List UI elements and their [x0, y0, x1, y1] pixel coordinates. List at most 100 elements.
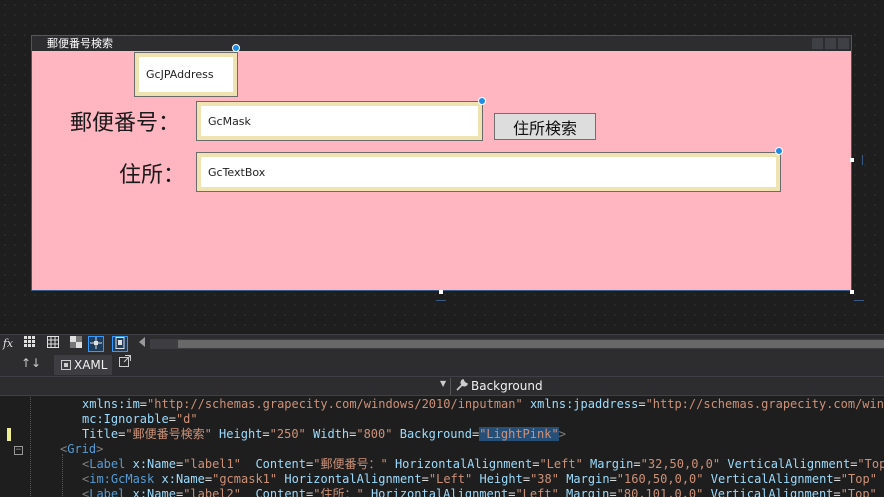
code-token: "Left" [539, 457, 583, 471]
code-token: > [96, 442, 104, 456]
code-token: = [421, 472, 429, 486]
code-token: "38" [530, 472, 559, 486]
checker-icon[interactable] [68, 336, 84, 352]
xaml-icon [61, 360, 71, 370]
code-token: = [833, 472, 841, 486]
code-token: = [833, 487, 841, 497]
code-token: "LightPink" [479, 427, 559, 441]
code-token: x:Name [132, 457, 176, 471]
address-label: 住所： [119, 163, 186, 188]
snap-lines-icon[interactable] [88, 336, 104, 352]
postal-mask-input[interactable]: GcMask [196, 101, 483, 141]
info-icon[interactable] [478, 97, 486, 105]
code-token: xmlns:im [82, 397, 140, 411]
code-token: = [168, 412, 176, 426]
tab-xaml[interactable]: XAML [54, 355, 112, 375]
code-line: mc:Ignorable="d" [0, 412, 884, 427]
chevron-down-icon[interactable]: ▼ [440, 379, 446, 388]
snap-grid-icon[interactable] [45, 336, 61, 352]
scroll-left-icon[interactable] [134, 336, 150, 352]
window-title: 郵便番号検索 [47, 37, 113, 50]
info-icon[interactable] [232, 44, 240, 52]
maximize-icon [825, 38, 836, 49]
code-token: VerticalAlignment [710, 472, 834, 486]
tab-xaml-label: XAML [74, 358, 108, 372]
code-token: x:Name [161, 472, 205, 486]
window-titlebar: 郵便番号検索 [32, 36, 851, 51]
code-token: Height [219, 427, 263, 441]
wrench-icon [456, 378, 469, 391]
postal-code-label: 郵便番号： [70, 111, 181, 136]
code-token: Content [255, 487, 307, 497]
address-textbox[interactable]: GcTextBox [196, 152, 781, 192]
swap-panes-icon[interactable]: ↑↓ [21, 356, 41, 370]
gcjpaddress-control[interactable]: GcJPAddress [134, 52, 238, 97]
xaml-editor[interactable]: ▼ Background − xmlns:im="http://schemas.… [0, 376, 884, 497]
code-token: "Left" [428, 472, 473, 486]
horizontal-scroll-thumb[interactable] [178, 340, 884, 348]
popout-icon[interactable] [119, 355, 131, 370]
form-surface[interactable]: GcJPAddress 郵便番号： GcMask 住所検索 住所： GcText… [32, 44, 851, 290]
code-token: "gcmask1" [212, 472, 278, 486]
code-token: "Top" [840, 472, 877, 486]
code-token: > [558, 427, 566, 441]
window-buttons [812, 38, 849, 49]
resize-handle[interactable] [850, 158, 854, 162]
designer-window[interactable]: 郵便番号検索 GcJPAddress 郵便番号： GcMask 住所検索 住所：… [31, 35, 852, 291]
code-lines[interactable]: − xmlns:im="http://schemas.grapecity.com… [0, 397, 884, 497]
code-token: "800" [356, 427, 393, 441]
nav-divider [450, 378, 451, 395]
code-token: "郵便番号：" [313, 457, 388, 471]
code-token: Margin [566, 487, 610, 497]
code-token: "80,101,0,0" [616, 487, 704, 497]
code-token: Content [255, 457, 307, 471]
code-token: = [204, 472, 213, 486]
code-token: "d" [175, 412, 198, 426]
code-token: Label [89, 487, 126, 497]
code-token: VerticalAlignment [727, 457, 851, 471]
property-selector[interactable]: Background [456, 378, 543, 393]
code-token: "label2" [183, 487, 241, 497]
resize-handle[interactable] [850, 290, 854, 294]
code-token: HorizontalAlignment [284, 472, 422, 486]
code-token: xmlns:jpaddress [529, 397, 639, 411]
grid-icon[interactable] [22, 336, 38, 352]
code-token: mc:Ignorable [82, 412, 169, 426]
code-token: = [633, 457, 641, 471]
fx-icon[interactable]: fx [0, 336, 16, 352]
info-icon[interactable] [775, 147, 783, 155]
code-token: HorizontalAlignment [394, 457, 533, 471]
code-token: "Top" [840, 487, 877, 497]
code-token: = [609, 487, 617, 497]
code-token: = [262, 427, 270, 441]
code-token: = [609, 472, 617, 486]
code-token: Width [313, 427, 350, 441]
code-line: xmlns:im="http://schemas.grapecity.com/w… [0, 397, 884, 412]
resize-guide [854, 300, 864, 301]
code-token: Height [479, 472, 523, 486]
resize-handle[interactable] [439, 290, 443, 294]
device-icon[interactable] [112, 336, 128, 352]
property-nav-bar: ▼ Background [0, 377, 884, 396]
minimize-icon [812, 38, 823, 49]
resize-guide [862, 155, 863, 165]
code-token: "http://schemas.grapecity.com/windows/20… [147, 397, 523, 411]
code-token: "32,50,0,0" [640, 457, 721, 471]
address-search-button[interactable]: 住所検索 [494, 113, 596, 140]
code-token: Label [89, 457, 126, 471]
code-token: "http://schemas.grapecity.com/windo [645, 397, 884, 411]
code-token: Title [82, 427, 119, 441]
postal-mask-text: GcMask [208, 114, 251, 128]
